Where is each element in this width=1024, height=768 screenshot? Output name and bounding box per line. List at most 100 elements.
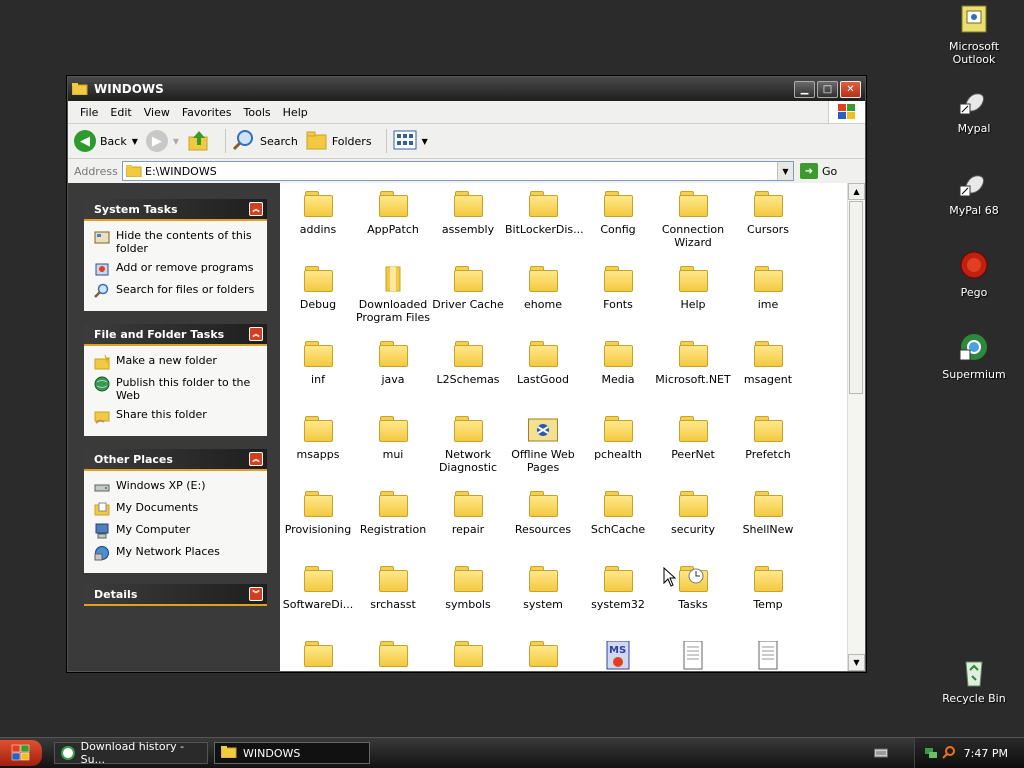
chevron-down-icon[interactable]: ▼ [422, 137, 428, 146]
folder-item[interactable]: Temp [730, 562, 806, 611]
folder-item[interactable]: Provisioning [280, 487, 356, 536]
folder-item[interactable]: Cursors [730, 187, 806, 236]
back-button[interactable]: ◀ Back ▼ [74, 130, 138, 152]
folder-item[interactable]: Prefetch [730, 412, 806, 461]
folder-item[interactable]: msagent [730, 337, 806, 386]
folder-item[interactable]: pchealth [580, 412, 656, 461]
file-item[interactable] [655, 637, 731, 671]
folder-item[interactable]: Network Diagnostic [430, 412, 506, 474]
folder-item[interactable]: Driver Cache [430, 262, 506, 311]
desktop-icon-supermium[interactable]: Supermium [934, 332, 1014, 381]
desktop-icon-mypal68[interactable]: MyPal 68 [934, 168, 1014, 217]
folder-item[interactable]: BitLockerDis... [505, 187, 584, 236]
vertical-scrollbar[interactable]: ▲ ▼ [847, 183, 865, 671]
folder-item[interactable]: Resources [505, 487, 581, 536]
folder-item[interactable]: java [355, 337, 431, 386]
folder-item[interactable]: assembly [430, 187, 506, 236]
details-header[interactable]: Details ︾ [84, 584, 267, 606]
place-my-network[interactable]: My Network Places [94, 545, 261, 561]
taskbar-item-download-history[interactable]: Download history - Su... [54, 740, 208, 766]
place-my-computer[interactable]: My Computer [94, 523, 261, 539]
folder-item[interactable]: ShellNew [730, 487, 806, 536]
title-bar[interactable]: WINDOWS ▁ □ ✕ [68, 77, 865, 101]
folder-item[interactable]: ime [730, 262, 806, 311]
folder-item[interactable]: Media [580, 337, 656, 386]
folder-item[interactable]: Registration [355, 487, 431, 536]
close-button[interactable]: ✕ [840, 80, 861, 98]
collapse-icon[interactable]: ︽ [249, 202, 263, 216]
folder-item[interactable] [280, 637, 356, 671]
scroll-thumb[interactable] [849, 201, 863, 394]
folder-item[interactable] [505, 637, 581, 671]
file-item[interactable] [730, 637, 806, 671]
folder-item[interactable]: SchCache [580, 487, 656, 536]
maximize-button[interactable]: □ [817, 80, 838, 98]
start-button[interactable] [0, 740, 42, 766]
desktop-icon-outlook[interactable]: Microsoft Outlook [934, 4, 1014, 66]
folder-item[interactable]: L2Schemas [430, 337, 506, 386]
scroll-down-button[interactable]: ▼ [848, 654, 865, 671]
task-share-folder[interactable]: Share this folder [94, 408, 261, 424]
search-tray-icon[interactable] [941, 745, 956, 762]
menu-file[interactable]: File [74, 106, 104, 119]
collapse-icon[interactable]: ︽ [249, 327, 263, 341]
folder-item[interactable]: PeerNet [655, 412, 731, 461]
folder-item[interactable]: Microsoft.NET [655, 337, 731, 386]
up-folder-button[interactable] [187, 129, 211, 154]
folder-item[interactable]: Debug [280, 262, 356, 311]
menu-favorites[interactable]: Favorites [176, 106, 238, 119]
place-my-documents[interactable]: My Documents [94, 501, 261, 517]
chevron-down-icon[interactable]: ▼ [777, 162, 793, 180]
system-tasks-header[interactable]: System Tasks ︽ [84, 199, 267, 221]
task-search-files[interactable]: Search for files or folders [94, 283, 261, 299]
task-hide-contents[interactable]: Hide the contents of this folder [94, 229, 261, 255]
desktop-icon-pego[interactable]: Pego [934, 250, 1014, 299]
views-button[interactable]: ▼ [393, 130, 428, 153]
folder-item[interactable]: system32 [580, 562, 656, 611]
folder-item[interactable]: SoftwareDi... [280, 562, 356, 611]
address-input[interactable]: E:\WINDOWS ▼ [122, 161, 794, 181]
collapse-icon[interactable]: ︽ [249, 452, 263, 466]
forward-button[interactable]: ▶ ▼ [145, 130, 179, 152]
menu-help[interactable]: Help [277, 106, 314, 119]
other-places-header[interactable]: Other Places ︽ [84, 449, 267, 471]
folder-item[interactable]: symbols [430, 562, 506, 611]
chevron-down-icon[interactable]: ▼ [132, 137, 138, 146]
clock[interactable]: 7:47 PM [964, 747, 1008, 760]
menu-view[interactable]: View [138, 106, 176, 119]
file-folder-tasks-header[interactable]: File and Folder Tasks ︽ [84, 324, 267, 346]
taskbar-item-windows[interactable]: WINDOWS [214, 742, 370, 764]
desktop-icon-recycle-bin[interactable]: Recycle Bin [934, 656, 1014, 705]
file-item[interactable]: MS [580, 637, 656, 671]
folder-item[interactable]: AppPatch [355, 187, 431, 236]
folder-item[interactable]: Downloaded Program Files [355, 262, 431, 324]
folder-item[interactable]: inf [280, 337, 356, 386]
folder-item[interactable]: repair [430, 487, 506, 536]
folder-item[interactable]: Connection Wizard [655, 187, 731, 249]
folder-item[interactable]: Help [655, 262, 731, 311]
folder-item[interactable]: system [505, 562, 581, 611]
chevron-down-icon[interactable]: ▼ [173, 137, 179, 146]
keyboard-icon[interactable] [874, 747, 888, 762]
folder-item[interactable]: security [655, 487, 731, 536]
task-add-remove-programs[interactable]: Add or remove programs [94, 261, 261, 277]
desktop-icon-mypal[interactable]: Mypal [934, 86, 1014, 135]
folder-item[interactable]: LastGood [505, 337, 581, 386]
expand-icon[interactable]: ︾ [249, 587, 263, 601]
folder-item[interactable]: Offline Web Pages [505, 412, 581, 474]
folder-item[interactable]: srchasst [355, 562, 431, 611]
place-drive-e[interactable]: Windows XP (E:) [94, 479, 261, 495]
folder-item[interactable] [355, 637, 431, 671]
search-button[interactable]: Search [232, 129, 298, 154]
folder-item[interactable]: msapps [280, 412, 356, 461]
folders-button[interactable]: Folders [306, 130, 372, 153]
network-tray-icon[interactable] [924, 745, 938, 762]
task-publish-web[interactable]: Publish this folder to the Web [94, 376, 261, 402]
folder-item[interactable]: mui [355, 412, 431, 461]
folder-item[interactable]: addins [280, 187, 356, 236]
folder-item[interactable]: Config [580, 187, 656, 236]
scroll-up-button[interactable]: ▲ [848, 183, 865, 200]
go-button[interactable]: ➜ Go [800, 163, 837, 179]
menu-tools[interactable]: Tools [238, 106, 277, 119]
folder-item[interactable] [430, 637, 506, 671]
